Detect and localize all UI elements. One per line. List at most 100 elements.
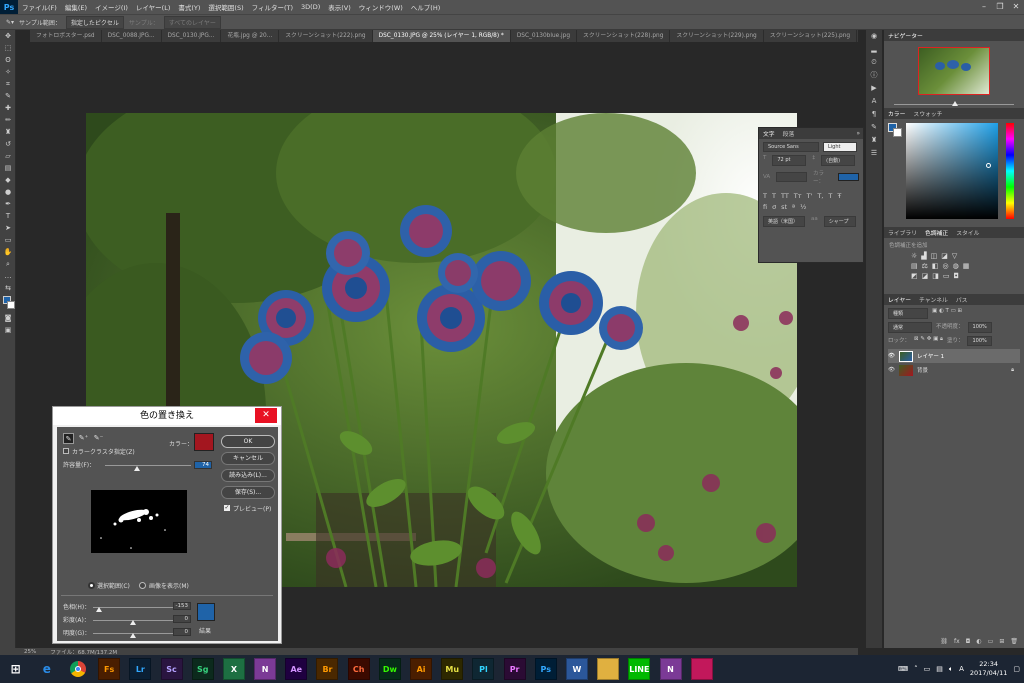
- layer-row[interactable]: 👁︎ レイヤー 1: [888, 349, 1020, 363]
- faux-bold-icon[interactable]: T: [763, 192, 767, 200]
- menu-item[interactable]: ファイル(F): [18, 2, 61, 12]
- taskbar-app-icon[interactable]: Br: [316, 658, 339, 680]
- menu-item[interactable]: ヘルプ(H): [407, 2, 444, 12]
- tab-character[interactable]: 文字: [763, 129, 775, 138]
- strikethrough-icon[interactable]: Ŧ: [837, 192, 841, 200]
- clone-stamp-icon[interactable]: ♜: [0, 126, 16, 138]
- preview-checkbox[interactable]: ✓: [224, 505, 230, 511]
- radio-image[interactable]: [139, 582, 146, 589]
- taskbar-app-icon[interactable]: Sc: [160, 658, 183, 680]
- save-button[interactable]: 保存(S)...: [221, 486, 275, 499]
- windows-start-icon[interactable]: ⊞: [5, 658, 27, 680]
- swash-icon[interactable]: st: [781, 203, 787, 211]
- hue-slider-track[interactable]: [93, 607, 173, 608]
- taskbar-app-icon[interactable]: Fs: [98, 658, 121, 680]
- document-tab[interactable]: スクリーンショット(229).png: [670, 30, 764, 42]
- hue-slider-thumb[interactable]: [96, 607, 103, 612]
- taskbar-app-icon[interactable]: [597, 658, 620, 680]
- type-tool-icon[interactable]: T: [0, 210, 16, 222]
- tab-navigator[interactable]: ナビゲーター: [888, 31, 923, 40]
- hue-input[interactable]: -153: [173, 602, 191, 610]
- color-field[interactable]: [906, 123, 998, 219]
- taskbar-app-icon[interactable]: X: [222, 658, 245, 680]
- document-tab[interactable]: 花瓶.jpg @ 20...: [221, 30, 280, 42]
- move-tool-icon[interactable]: ✥: [0, 30, 16, 42]
- ok-button[interactable]: OK: [221, 435, 275, 448]
- info-icon[interactable]: ⓘ: [866, 69, 882, 82]
- blur-tool-icon[interactable]: ◆: [0, 174, 16, 186]
- menu-item[interactable]: 選択範囲(S): [204, 2, 247, 12]
- add-mask-icon[interactable]: ◘: [966, 638, 971, 648]
- swap-colors-icon[interactable]: ⇆: [0, 282, 16, 294]
- notifications-icon[interactable]: ▢: [1013, 665, 1020, 673]
- history-icon[interactable]: ⏲: [866, 56, 882, 69]
- radio-selection[interactable]: [88, 582, 95, 589]
- tab-layers[interactable]: レイヤー: [888, 295, 911, 304]
- dialog-close-button[interactable]: ✕: [255, 408, 277, 423]
- sample-color-swatch[interactable]: [194, 433, 214, 451]
- gradient-map-icon[interactable]: ▭: [943, 272, 950, 280]
- taskbar-app-icon[interactable]: Lr: [129, 658, 152, 680]
- paragraph-icon[interactable]: ¶: [866, 108, 882, 121]
- font-size-select[interactable]: 72 pt: [772, 155, 807, 166]
- history-brush-icon[interactable]: ↺: [0, 138, 16, 150]
- chrome-browser-icon[interactable]: [67, 658, 89, 680]
- brightness-icon[interactable]: ☼: [911, 252, 917, 260]
- opacity-input[interactable]: 100%: [967, 322, 992, 333]
- threshold-icon[interactable]: ◨: [932, 272, 939, 280]
- dodge-tool-icon[interactable]: ●: [0, 186, 16, 198]
- font-style-select[interactable]: Light: [823, 142, 857, 152]
- document-tab[interactable]: DSC_0130.JPG @ 25% (レイヤー 1, RGB/8) *: [372, 30, 511, 42]
- superscript-icon[interactable]: T': [807, 192, 813, 200]
- visibility-eye-icon[interactable]: 👁︎: [888, 353, 895, 359]
- taskbar-app-icon[interactable]: Ps: [534, 658, 557, 680]
- menu-item[interactable]: 3D(D): [297, 3, 324, 11]
- vibrance-icon[interactable]: ▽: [952, 252, 957, 260]
- brush-settings-icon[interactable]: ✎: [866, 121, 882, 134]
- minimize-icon[interactable]: –: [976, 0, 992, 14]
- eyedropper-icon[interactable]: ✎: [63, 433, 74, 444]
- fx-icon[interactable]: fx: [954, 638, 960, 648]
- fuzziness-slider-thumb[interactable]: [133, 466, 140, 471]
- character-icon[interactable]: A: [866, 95, 882, 108]
- blend-mode-select[interactable]: 通常: [888, 322, 932, 333]
- clock[interactable]: 22:34 2017/04/11: [970, 660, 1007, 678]
- tab-swatches[interactable]: スウォッチ: [913, 109, 942, 118]
- clusters-checkbox[interactable]: [63, 448, 69, 454]
- zoom-tool-icon[interactable]: ⌕: [0, 258, 16, 270]
- selective-color-icon[interactable]: ◘: [954, 272, 960, 280]
- close-icon[interactable]: ✕: [1008, 0, 1024, 14]
- path-select-icon[interactable]: ➤: [0, 222, 16, 234]
- document-tab[interactable]: DSC_0130blue.jpg: [511, 30, 578, 42]
- font-family-select[interactable]: Source Sans: [763, 142, 819, 152]
- lightness-input[interactable]: 0: [173, 628, 191, 636]
- new-group-icon[interactable]: ▭: [988, 638, 994, 648]
- fuzziness-slider-track[interactable]: [105, 465, 191, 466]
- taskbar-app-icon[interactable]: N: [659, 658, 682, 680]
- subscript-icon[interactable]: T,: [817, 192, 823, 200]
- taskbar-app-icon[interactable]: Sg: [191, 658, 214, 680]
- tab-styles[interactable]: スタイル: [956, 228, 979, 237]
- photo-filter-icon[interactable]: ◎: [943, 262, 949, 270]
- gradient-tool-icon[interactable]: ▤: [0, 162, 16, 174]
- old-style-icon[interactable]: ơ: [772, 203, 776, 211]
- screen-mode-icon[interactable]: ▣: [0, 324, 16, 336]
- underline-icon[interactable]: T: [828, 192, 832, 200]
- curves-icon[interactable]: ◫: [931, 252, 938, 260]
- color-lookup-icon[interactable]: ▦: [963, 262, 970, 270]
- keyboard-icon[interactable]: ⌨: [898, 665, 908, 673]
- healing-brush-icon[interactable]: ✚: [0, 102, 16, 114]
- exposure-icon[interactable]: ◪: [941, 252, 948, 260]
- selection-preview[interactable]: [91, 490, 187, 553]
- layer-kind-filter[interactable]: 種類: [888, 308, 928, 319]
- network-icon[interactable]: ▤: [936, 665, 943, 673]
- taskbar-app-icon[interactable]: Dw: [378, 658, 401, 680]
- taskbar-app-icon[interactable]: Ai: [410, 658, 433, 680]
- taskbar-app-icon[interactable]: N: [254, 658, 277, 680]
- layer-row[interactable]: 👁︎ 背景 🔒︎: [888, 363, 1020, 377]
- eyedropper-icon[interactable]: ✎: [0, 90, 16, 102]
- fuzziness-input[interactable]: 74: [194, 461, 212, 469]
- saturation-input[interactable]: 0: [173, 615, 191, 623]
- tab-channels[interactable]: チャンネル: [919, 295, 948, 304]
- lightness-slider-thumb[interactable]: [130, 633, 136, 638]
